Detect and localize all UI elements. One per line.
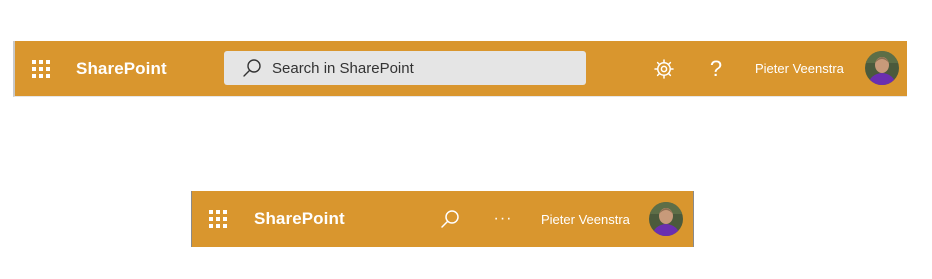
user-name[interactable]: Pieter Veenstra — [541, 191, 630, 247]
gear-icon — [653, 58, 675, 80]
app-launcher-button[interactable] — [192, 191, 244, 247]
user-name[interactable]: Pieter Veenstra — [755, 41, 844, 96]
brand-link[interactable]: SharePoint — [254, 191, 345, 247]
brand-link[interactable]: SharePoint — [76, 41, 167, 96]
search-placeholder: Search in SharePoint — [272, 59, 414, 77]
settings-button[interactable] — [644, 41, 684, 96]
help-icon: ? — [709, 55, 723, 81]
help-button[interactable]: ? — [696, 41, 736, 96]
search-icon — [242, 58, 262, 78]
search-icon — [440, 209, 460, 229]
more-button[interactable]: ··· — [483, 191, 523, 247]
suite-bar-wide: SharePoint Search in SharePoint ? Pieter… — [13, 41, 907, 97]
app-launcher-icon — [209, 210, 227, 228]
search-box[interactable]: Search in SharePoint — [224, 51, 586, 85]
avatar[interactable] — [649, 202, 683, 236]
ellipsis-icon: ··· — [493, 210, 513, 227]
search-button[interactable] — [430, 191, 470, 247]
app-launcher-icon — [32, 59, 50, 78]
suite-bar-narrow: SharePoint ··· Pieter Veenstra — [191, 191, 694, 247]
app-launcher-button[interactable] — [15, 41, 67, 96]
avatar[interactable] — [865, 51, 899, 85]
